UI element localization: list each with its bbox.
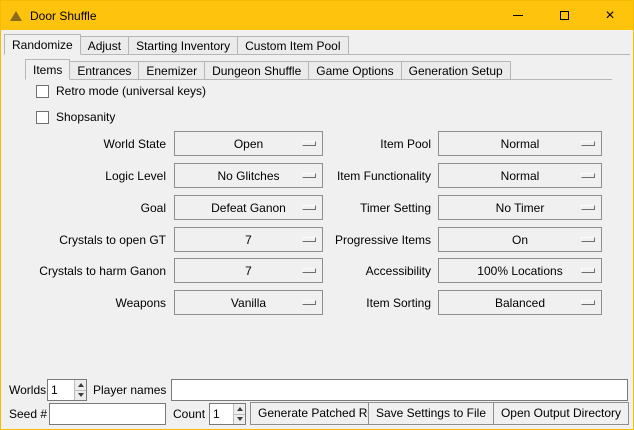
shopsanity-label: Shopsanity — [56, 110, 115, 124]
accessibility-select[interactable]: 100% Locations — [438, 258, 602, 283]
dropdown-indicator-icon — [581, 141, 595, 146]
count-spinner[interactable]: 1 — [209, 403, 246, 425]
dropdown-indicator-icon — [581, 237, 595, 242]
spinner-arrows — [233, 404, 245, 424]
count-value[interactable]: 1 — [210, 404, 233, 424]
timer-setting-value: No Timer — [496, 201, 545, 215]
crystals-open-gt-value: 7 — [245, 233, 252, 247]
titlebar[interactable]: Door Shuffle × — [1, 1, 633, 30]
door-shuffle-window: Door Shuffle × Randomize Adjust Starting… — [0, 0, 634, 430]
tab-randomize[interactable]: Randomize — [4, 34, 81, 55]
item-functionality-select[interactable]: Normal — [438, 163, 602, 188]
crystals-open-gt-label: Crystals to open GT — [1, 227, 166, 253]
worlds-spin-up-button[interactable] — [75, 380, 86, 390]
maximize-button[interactable] — [541, 1, 587, 30]
tab-starting-inventory[interactable]: Starting Inventory — [128, 36, 238, 55]
item-pool-select[interactable]: Normal — [438, 131, 602, 156]
logic-level-value: No Glitches — [217, 169, 279, 183]
item-functionality-label: Item Functionality — [286, 163, 431, 189]
tab-game-options[interactable]: Game Options — [308, 61, 401, 80]
progressive-items-select[interactable]: On — [438, 227, 602, 252]
option-row: World State Open Item Pool Normal — [1, 131, 633, 157]
option-row: Logic Level No Glitches Item Functionali… — [1, 163, 633, 189]
player-names-label: Player names — [93, 379, 166, 401]
retro-mode-checkbox[interactable]: Retro mode (universal keys) — [36, 84, 206, 98]
count-spin-up-button[interactable] — [234, 404, 245, 414]
seed-input[interactable] — [49, 403, 166, 425]
weapons-label: Weapons — [1, 290, 166, 316]
player-names-input[interactable] — [171, 379, 628, 401]
timer-setting-label: Timer Setting — [286, 195, 431, 221]
close-icon: × — [605, 8, 614, 24]
close-button[interactable]: × — [587, 1, 633, 30]
worlds-value[interactable]: 1 — [48, 380, 74, 400]
app-icon — [10, 11, 22, 21]
tab-items[interactable]: Items — [25, 59, 70, 80]
item-sorting-select[interactable]: Balanced — [438, 290, 602, 315]
tab-enemizer[interactable]: Enemizer — [138, 61, 205, 80]
tab-generation-setup[interactable]: Generation Setup — [401, 61, 511, 80]
option-row: Goal Defeat Ganon Timer Setting No Timer — [1, 195, 633, 221]
arrow-down-icon — [237, 417, 243, 421]
worlds-label: Worlds — [9, 379, 46, 401]
dropdown-indicator-icon — [581, 205, 595, 210]
count-label: Count — [173, 403, 205, 425]
inner-tab-bar: Items Entrances Enemizer Dungeon Shuffle… — [25, 59, 510, 80]
tab-entrances[interactable]: Entrances — [69, 61, 139, 80]
crystals-harm-ganon-value: 7 — [245, 264, 252, 278]
item-pool-label: Item Pool — [286, 131, 431, 157]
option-row: Crystals to harm Ganon 7 Accessibility 1… — [1, 258, 633, 284]
checkbox-unchecked-icon — [36, 111, 49, 124]
item-sorting-value: Balanced — [495, 296, 545, 310]
dropdown-indicator-icon — [581, 300, 595, 305]
checkbox-unchecked-icon — [36, 85, 49, 98]
open-output-directory-button[interactable]: Open Output Directory — [493, 402, 629, 425]
worlds-spinner[interactable]: 1 — [47, 379, 87, 401]
dropdown-indicator-icon — [581, 173, 595, 178]
accessibility-label: Accessibility — [286, 258, 431, 284]
item-pool-value: Normal — [501, 137, 540, 151]
arrow-down-icon — [78, 393, 84, 397]
option-row: Crystals to open GT 7 Progressive Items … — [1, 227, 633, 253]
item-sorting-label: Item Sorting — [286, 290, 431, 316]
world-state-label: World State — [1, 131, 166, 157]
tab-adjust[interactable]: Adjust — [80, 36, 129, 55]
progressive-items-value: On — [512, 233, 528, 247]
window-title: Door Shuffle — [30, 9, 97, 23]
timer-setting-select[interactable]: No Timer — [438, 195, 602, 220]
progressive-items-label: Progressive Items — [286, 227, 431, 253]
crystals-harm-ganon-label: Crystals to harm Ganon — [1, 258, 166, 284]
count-spin-down-button[interactable] — [234, 414, 245, 425]
minimize-button[interactable] — [495, 1, 541, 30]
worlds-spin-down-button[interactable] — [75, 390, 86, 401]
tab-custom-item-pool[interactable]: Custom Item Pool — [237, 36, 348, 55]
minimize-icon — [513, 15, 523, 16]
outer-tab-bar: Randomize Adjust Starting Inventory Cust… — [4, 34, 348, 55]
accessibility-value: 100% Locations — [477, 264, 562, 278]
item-functionality-value: Normal — [501, 169, 540, 183]
arrow-up-icon — [78, 383, 84, 387]
seed-label: Seed # — [9, 403, 47, 425]
goal-value: Defeat Ganon — [211, 201, 286, 215]
weapons-value: Vanilla — [231, 296, 266, 310]
tab-dungeon-shuffle[interactable]: Dungeon Shuffle — [204, 61, 309, 80]
retro-mode-label: Retro mode (universal keys) — [56, 84, 206, 98]
spinner-arrows — [74, 380, 86, 400]
goal-label: Goal — [1, 195, 166, 221]
arrow-up-icon — [237, 407, 243, 411]
maximize-icon — [560, 11, 569, 20]
dropdown-indicator-icon — [581, 268, 595, 273]
world-state-value: Open — [234, 137, 263, 151]
shopsanity-checkbox[interactable]: Shopsanity — [36, 110, 115, 124]
save-settings-button[interactable]: Save Settings to File — [368, 402, 494, 425]
window-controls: × — [495, 1, 633, 30]
logic-level-label: Logic Level — [1, 163, 166, 189]
option-row: Weapons Vanilla Item Sorting Balanced — [1, 290, 633, 316]
